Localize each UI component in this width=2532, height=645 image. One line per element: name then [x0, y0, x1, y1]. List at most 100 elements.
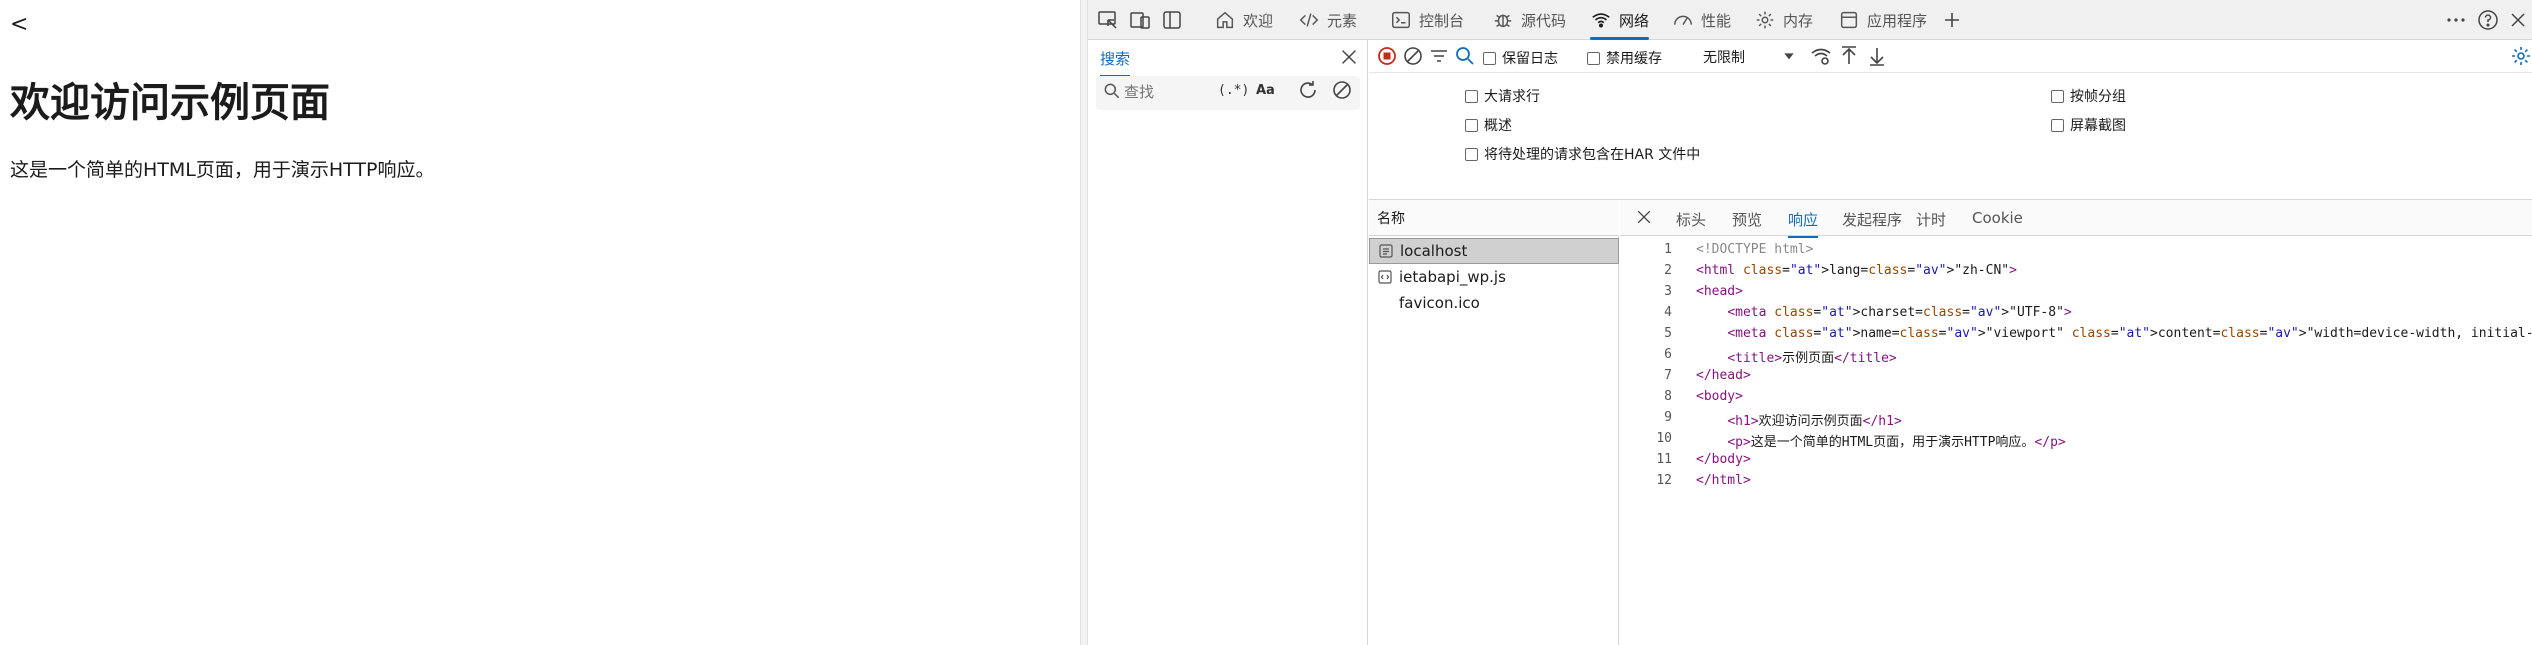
request-row-ietabapi[interactable]: ietabapi_wp.js	[1369, 264, 1619, 290]
name-column-header[interactable]: 名称	[1369, 200, 1619, 236]
throttle-select[interactable]: 无限制	[1703, 47, 1745, 67]
settings-icon[interactable]	[2509, 44, 2532, 68]
tab-preview[interactable]: 预览	[1732, 209, 1762, 236]
home-icon	[1216, 11, 1234, 29]
tab-sources-label: 源代码	[1521, 11, 1567, 30]
checkbox-box	[1483, 51, 1496, 65]
tab-memory[interactable]: 内存	[1754, 0, 1813, 40]
close-icon[interactable]	[1634, 207, 1654, 227]
tab-sources[interactable]: 源代码	[1492, 0, 1566, 40]
match-case-toggle[interactable]: Aa	[1256, 83, 1275, 98]
request-name: favicon.ico	[1399, 294, 1480, 312]
request-list: 名称 localhost ietabapi_wp.js favicon.ico	[1369, 200, 1619, 645]
regex-toggle[interactable]: (.*)	[1218, 83, 1249, 98]
request-row-localhost[interactable]: localhost	[1369, 238, 1619, 264]
request-name: ietabapi_wp.js	[1399, 268, 1506, 286]
line-number: 12	[1656, 473, 1672, 488]
gear-icon	[1756, 11, 1774, 29]
code-line: <p>这是一个简单的HTML页面，用于演示HTTP响应。</p>	[1727, 435, 2066, 450]
tab-initiator[interactable]: 发起程序	[1842, 209, 1902, 236]
group-by-frame-checkbox[interactable]: 按帧分组	[2051, 86, 2126, 106]
script-icon	[1378, 270, 1392, 284]
preserve-log-checkbox[interactable]: 保留日志	[1483, 48, 1558, 68]
code-line: <title>示例页面</title>	[1727, 351, 1897, 366]
help-icon[interactable]	[2476, 8, 2500, 32]
line-number: 1	[1664, 242, 1672, 257]
refresh-icon[interactable]	[1296, 78, 1320, 102]
line-number: 8	[1664, 389, 1672, 404]
tab-cookie[interactable]: Cookie	[1972, 209, 2023, 233]
tab-elements-label: 元素	[1327, 11, 1358, 30]
network-search-icon[interactable]	[1453, 44, 1477, 68]
tab-application[interactable]: 应用程序	[1838, 0, 1927, 40]
disable-cache-checkbox[interactable]: 禁用缓存	[1587, 48, 1662, 68]
code-line: </body>	[1696, 452, 1751, 467]
code-line: <html class="at">lang=class="av">"zh-CN"…	[1696, 263, 2017, 278]
application-icon	[1840, 11, 1858, 29]
line-number: 9	[1664, 410, 1672, 425]
code-line: <meta class="at">charset=class="av">"UTF…	[1727, 305, 2072, 320]
clear-icon[interactable]	[1330, 78, 1354, 102]
network-panel: 保留日志 禁用缓存 无限制 大请求行 概述 将待处理的请求包含在HAR 文件中 …	[1369, 40, 2532, 645]
import-har-icon[interactable]	[1837, 44, 1861, 68]
tab-headers[interactable]: 标头	[1676, 209, 1706, 236]
tab-console[interactable]: 控制台	[1390, 0, 1464, 40]
code-line: <head>	[1696, 284, 1743, 299]
tab-performance-label: 性能	[1701, 11, 1732, 30]
toggle-sidebar-icon[interactable]	[1160, 8, 1184, 32]
code-line: <meta class="at">name=class="av">"viewpo…	[1727, 326, 2532, 341]
performance-icon	[1674, 15, 1692, 25]
filter-icon[interactable]	[1427, 44, 1451, 68]
big-request-rows-checkbox[interactable]: 大请求行	[1465, 86, 1540, 106]
tab-timing[interactable]: 计时	[1916, 209, 1946, 236]
code-line: <body>	[1696, 389, 1743, 404]
network-options	[1369, 72, 2532, 200]
bug-icon	[1494, 14, 1512, 28]
include-pending-label: 将待处理的请求包含在HAR 文件中	[1484, 147, 1701, 163]
close-devtools-icon[interactable]	[2506, 8, 2530, 32]
network-toolbar: 保留日志 禁用缓存 无限制	[1369, 40, 2532, 72]
device-emulation-icon[interactable]	[1128, 8, 1152, 32]
devtools-tabbar: 欢迎 元素 控制台 源代码 网络 性能 内存 应用程序	[1088, 0, 2532, 40]
line-number: 6	[1664, 347, 1672, 362]
tab-performance[interactable]: 性能	[1672, 0, 1731, 40]
console-icon	[1392, 11, 1410, 29]
detail-tabbar: 标头 预览 响应 发起程序 计时 Cookie	[1620, 200, 2532, 238]
export-har-icon[interactable]	[1865, 44, 1889, 68]
devtools-panel: 欢迎 元素 控制台 源代码 网络 性能 内存 应用程序 搜索 查找 (.*) A…	[1088, 0, 2532, 645]
checkbox-box	[1465, 118, 1478, 132]
big-request-rows-label: 大请求行	[1484, 89, 1540, 105]
devtools-splitter[interactable]	[1080, 0, 1088, 645]
search-icon	[1104, 83, 1120, 99]
request-detail: 标头 预览 响应 发起程序 计时 Cookie 1 <!DOCTYPE html>…	[1620, 200, 2532, 645]
tab-elements[interactable]: 元素	[1298, 0, 1357, 40]
tab-network[interactable]: 网络	[1590, 0, 1650, 40]
code-line: <h1>欢迎访问示例页面</h1>	[1727, 414, 1902, 429]
tab-network-label: 网络	[1619, 11, 1650, 30]
search-input[interactable]	[1124, 79, 1204, 105]
record-icon[interactable]	[1375, 44, 1399, 68]
preserve-log-label: 保留日志	[1502, 51, 1558, 67]
request-row-favicon[interactable]: favicon.ico	[1369, 290, 1619, 316]
line-number: 7	[1664, 368, 1672, 383]
disable-cache-label: 禁用缓存	[1606, 51, 1662, 67]
more-options-icon[interactable]	[2444, 8, 2468, 32]
search-tab[interactable]: 搜索	[1100, 48, 1131, 77]
checkbox-box	[1465, 147, 1478, 161]
checkbox-box	[2051, 89, 2064, 103]
line-number: 5	[1664, 326, 1672, 341]
include-pending-checkbox[interactable]: 将待处理的请求包含在HAR 文件中	[1465, 144, 1700, 164]
chevron-down-icon[interactable]	[1781, 48, 1797, 64]
close-icon[interactable]	[1338, 46, 1360, 68]
add-tab-icon[interactable]	[1940, 8, 1964, 32]
network-conditions-icon[interactable]	[1809, 44, 1833, 68]
screenshots-checkbox[interactable]: 屏幕截图	[2051, 115, 2126, 135]
rendered-page: < 欢迎访问示例页面 这是一个简单的HTML页面，用于演示HTTP响应。	[0, 0, 1080, 645]
inspect-icon[interactable]	[1096, 8, 1120, 32]
tab-welcome-label: 欢迎	[1243, 11, 1274, 30]
overview-checkbox[interactable]: 概述	[1465, 115, 1512, 135]
tab-response[interactable]: 响应	[1788, 209, 1819, 238]
tab-welcome[interactable]: 欢迎	[1214, 0, 1273, 40]
code-icon	[1299, 13, 1319, 27]
clear-log-icon[interactable]	[1401, 44, 1425, 68]
